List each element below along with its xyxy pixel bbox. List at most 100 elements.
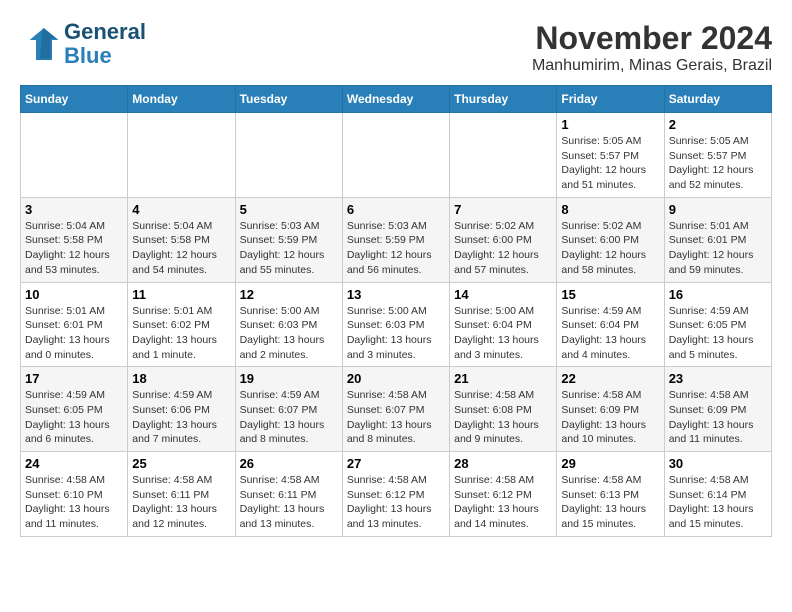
day-number: 4 [132,202,230,217]
calendar-cell: 26 Sunrise: 4:58 AMSunset: 6:11 PMDayligh… [235,452,342,537]
day-detail: Sunrise: 4:59 AMSunset: 6:05 PMDaylight:… [669,304,767,363]
calendar-cell: 7 Sunrise: 5:02 AMSunset: 6:00 PMDaylight… [450,197,557,282]
day-number: 18 [132,371,230,386]
day-number: 7 [454,202,552,217]
calendar-cell: 9 Sunrise: 5:01 AMSunset: 6:01 PMDaylight… [664,197,771,282]
day-detail: Sunrise: 4:58 AMSunset: 6:07 PMDaylight:… [347,388,445,447]
header-wednesday: Wednesday [342,86,449,113]
day-detail: Sunrise: 5:03 AMSunset: 5:59 PMDaylight:… [240,219,338,278]
day-number: 21 [454,371,552,386]
day-detail: Sunrise: 4:58 AMSunset: 6:13 PMDaylight:… [561,473,659,532]
calendar-cell: 10Sunrise: 5:01 AMSunset: 6:01 PMDayligh… [21,282,128,367]
day-number: 15 [561,287,659,302]
calendar-cell: 19 Sunrise: 4:59 AMSunset: 6:07 PMDayligh… [235,367,342,452]
day-detail: Sunrise: 5:00 AMSunset: 6:03 PMDaylight:… [347,304,445,363]
day-detail: Sunrise: 4:58 AMSunset: 6:11 PMDaylight:… [132,473,230,532]
header-saturday: Saturday [664,86,771,113]
calendar-week-1: 1 Sunrise: 5:05 AMSunset: 5:57 PMDaylight… [21,113,772,198]
calendar-table: Sunday Monday Tuesday Wednesday Thursday… [20,85,772,537]
header-thursday: Thursday [450,86,557,113]
calendar-week-5: 24 Sunrise: 4:58 AMSunset: 6:10 PMDayligh… [21,452,772,537]
calendar-cell: 25 Sunrise: 4:58 AMSunset: 6:11 PMDayligh… [128,452,235,537]
calendar-cell [21,113,128,198]
day-number: 12 [240,287,338,302]
day-detail: Sunrise: 5:04 AMSunset: 5:58 PMDaylight:… [132,219,230,278]
calendar-cell: 17 Sunrise: 4:59 AMSunset: 6:05 PMDayligh… [21,367,128,452]
calendar-cell: 29 Sunrise: 4:58 AMSunset: 6:13 PMDayligh… [557,452,664,537]
day-detail: Sunrise: 4:59 AMSunset: 6:06 PMDaylight:… [132,388,230,447]
calendar-cell: 18 Sunrise: 4:59 AMSunset: 6:06 PMDayligh… [128,367,235,452]
day-number: 24 [25,456,123,471]
calendar-cell: 6 Sunrise: 5:03 AMSunset: 5:59 PMDaylight… [342,197,449,282]
calendar-cell: 4 Sunrise: 5:04 AMSunset: 5:58 PMDaylight… [128,197,235,282]
logo-text: General Blue [64,20,146,68]
calendar-cell [342,113,449,198]
weekday-header-row: Sunday Monday Tuesday Wednesday Thursday… [21,86,772,113]
day-number: 10 [25,287,123,302]
calendar-cell: 21 Sunrise: 4:58 AMSunset: 6:08 PMDayligh… [450,367,557,452]
day-number: 11 [132,287,230,302]
day-detail: Sunrise: 5:05 AMSunset: 5:57 PMDaylight:… [561,134,659,193]
logo-line1: General [64,20,146,44]
calendar-cell: 15 Sunrise: 4:59 AMSunset: 6:04 PMDayligh… [557,282,664,367]
day-number: 8 [561,202,659,217]
day-detail: Sunrise: 5:01 AMSunset: 6:01 PMDaylight:… [669,219,767,278]
day-detail: Sunrise: 5:04 AMSunset: 5:58 PMDaylight:… [25,219,123,278]
day-detail: Sunrise: 4:59 AMSunset: 6:04 PMDaylight:… [561,304,659,363]
day-number: 22 [561,371,659,386]
day-detail: Sunrise: 5:03 AMSunset: 5:59 PMDaylight:… [347,219,445,278]
calendar-cell: 27Sunrise: 4:58 AMSunset: 6:12 PMDayligh… [342,452,449,537]
month-title: November 2024 [532,20,772,57]
day-detail: Sunrise: 4:58 AMSunset: 6:10 PMDaylight:… [25,473,123,532]
header-friday: Friday [557,86,664,113]
location-title: Manhumirim, Minas Gerais, Brazil [532,57,772,75]
day-number: 25 [132,456,230,471]
day-detail: Sunrise: 5:01 AMSunset: 6:02 PMDaylight:… [132,304,230,363]
day-number: 26 [240,456,338,471]
day-number: 13 [347,287,445,302]
day-number: 3 [25,202,123,217]
calendar-cell [450,113,557,198]
day-number: 1 [561,117,659,132]
day-detail: Sunrise: 4:58 AMSunset: 6:09 PMDaylight:… [669,388,767,447]
day-detail: Sunrise: 5:00 AMSunset: 6:03 PMDaylight:… [240,304,338,363]
calendar-cell: 12 Sunrise: 5:00 AMSunset: 6:03 PMDayligh… [235,282,342,367]
day-detail: Sunrise: 5:00 AMSunset: 6:04 PMDaylight:… [454,304,552,363]
calendar-cell: 13 Sunrise: 5:00 AMSunset: 6:03 PMDayligh… [342,282,449,367]
calendar-cell: 24 Sunrise: 4:58 AMSunset: 6:10 PMDayligh… [21,452,128,537]
day-detail: Sunrise: 4:58 AMSunset: 6:08 PMDaylight:… [454,388,552,447]
calendar-cell: 14 Sunrise: 5:00 AMSunset: 6:04 PMDayligh… [450,282,557,367]
calendar-cell: 20Sunrise: 4:58 AMSunset: 6:07 PMDayligh… [342,367,449,452]
day-detail: Sunrise: 4:59 AMSunset: 6:07 PMDaylight:… [240,388,338,447]
day-number: 14 [454,287,552,302]
day-number: 9 [669,202,767,217]
logo-line2: Blue [64,44,146,68]
header-sunday: Sunday [21,86,128,113]
calendar-cell [128,113,235,198]
calendar-cell: 11 Sunrise: 5:01 AMSunset: 6:02 PMDayligh… [128,282,235,367]
calendar-cell [235,113,342,198]
day-detail: Sunrise: 4:59 AMSunset: 6:05 PMDaylight:… [25,388,123,447]
calendar-week-4: 17 Sunrise: 4:59 AMSunset: 6:05 PMDayligh… [21,367,772,452]
calendar-cell: 3 Sunrise: 5:04 AMSunset: 5:58 PMDaylight… [21,197,128,282]
day-number: 23 [669,371,767,386]
day-detail: Sunrise: 5:02 AMSunset: 6:00 PMDaylight:… [454,219,552,278]
day-number: 30 [669,456,767,471]
day-number: 17 [25,371,123,386]
day-detail: Sunrise: 4:58 AMSunset: 6:11 PMDaylight:… [240,473,338,532]
day-detail: Sunrise: 4:58 AMSunset: 6:12 PMDaylight:… [347,473,445,532]
calendar-cell: 5 Sunrise: 5:03 AMSunset: 5:59 PMDaylight… [235,197,342,282]
day-detail: Sunrise: 4:58 AMSunset: 6:14 PMDaylight:… [669,473,767,532]
calendar-cell: 23 Sunrise: 4:58 AMSunset: 6:09 PMDayligh… [664,367,771,452]
day-number: 16 [669,287,767,302]
calendar-cell: 2Sunrise: 5:05 AMSunset: 5:57 PMDaylight… [664,113,771,198]
day-number: 29 [561,456,659,471]
day-number: 19 [240,371,338,386]
day-number: 5 [240,202,338,217]
day-detail: Sunrise: 4:58 AMSunset: 6:12 PMDaylight:… [454,473,552,532]
title-block: November 2024 Manhumirim, Minas Gerais, … [532,20,772,75]
header-monday: Monday [128,86,235,113]
calendar-cell: 16 Sunrise: 4:59 AMSunset: 6:05 PMDayligh… [664,282,771,367]
day-number: 6 [347,202,445,217]
page-header: General Blue November 2024 Manhumirim, M… [20,20,772,75]
